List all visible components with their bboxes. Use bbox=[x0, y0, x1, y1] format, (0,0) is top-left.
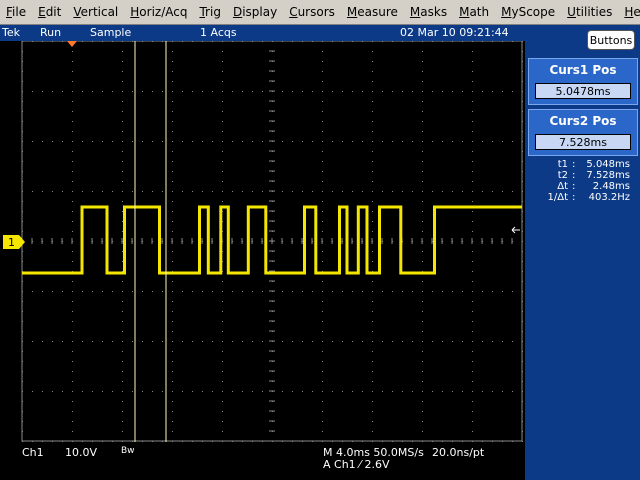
menu-bar: File Edit Vertical Horiz/Acq Trig Display Curs… bbox=[0, 0, 640, 25]
readout-row: t1:5.048ms bbox=[528, 159, 634, 170]
brand-label: Tek bbox=[2, 26, 20, 39]
buttons-button[interactable]: Buttons bbox=[587, 30, 635, 50]
menu-item[interactable]: Display bbox=[227, 0, 283, 25]
ch1-marker-label: 1 bbox=[8, 236, 15, 249]
status-bar: Tek Run Sample 1 Acqs 02 Mar 10 09:21:44 bbox=[0, 25, 525, 41]
menu-item[interactable]: Vertical bbox=[67, 0, 124, 25]
menu-item[interactable]: Horiz/Acq bbox=[124, 0, 193, 25]
menu-item[interactable]: Measure bbox=[341, 0, 404, 25]
bandwidth-indicator: Bw bbox=[121, 446, 135, 456]
waveform-display[interactable] bbox=[0, 41, 525, 442]
run-status[interactable]: Run bbox=[40, 26, 61, 39]
readout-value: 2.48ms bbox=[592, 181, 630, 192]
cursor1-position-control[interactable]: Curs1 Pos 5.0478ms bbox=[528, 58, 638, 105]
readout-label: Δt bbox=[557, 181, 568, 192]
cursor2-title: Curs2 Pos bbox=[549, 114, 617, 128]
menu-item[interactable]: Help bbox=[618, 0, 640, 25]
cursor2-value-field[interactable]: 7.528ms bbox=[535, 134, 631, 150]
ch1-ground-marker[interactable]: 1 bbox=[3, 235, 25, 249]
channel-label[interactable]: Ch1 bbox=[22, 446, 44, 459]
menu-item[interactable]: File bbox=[0, 0, 32, 25]
trigger-readout[interactable]: A Ch1 ⁄ 2.6V bbox=[323, 458, 390, 471]
menu-item[interactable]: Trig bbox=[193, 0, 226, 25]
resolution-readout: 20.0ns/pt bbox=[432, 446, 485, 459]
readout-label: t2 bbox=[557, 170, 568, 181]
readout-label: 1/Δt bbox=[547, 192, 569, 203]
menu-item[interactable]: Utilities bbox=[561, 0, 618, 25]
menu-item[interactable]: MyScope bbox=[495, 0, 561, 25]
menu-item[interactable]: Edit bbox=[32, 0, 67, 25]
vertical-scale[interactable]: 10.0V bbox=[65, 446, 97, 459]
readout-value: 7.528ms bbox=[586, 170, 630, 181]
readout-label: t1 bbox=[557, 159, 568, 170]
acquisition-mode[interactable]: Sample bbox=[90, 26, 131, 39]
readout-value: 5.048ms bbox=[586, 159, 630, 170]
acquisition-count: 1 Acqs bbox=[200, 26, 237, 39]
readout-row: Δt:2.48ms bbox=[528, 181, 634, 192]
cursor1-value-field[interactable]: 5.0478ms bbox=[535, 83, 631, 99]
menu-item[interactable]: Cursors bbox=[283, 0, 341, 25]
menu-item[interactable]: Masks bbox=[404, 0, 453, 25]
cursor-readout: t1:5.048ms t2:7.528ms Δt:2.48ms 1/Δt:403… bbox=[528, 159, 634, 203]
cursor1-title: Curs1 Pos bbox=[549, 63, 617, 77]
date-time: 02 Mar 10 09:21:44 bbox=[400, 26, 509, 39]
readout-value: 403.2Hz bbox=[588, 192, 630, 203]
cursor2-position-control[interactable]: Curs2 Pos 7.528ms bbox=[528, 109, 638, 156]
readout-row: t2:7.528ms bbox=[528, 170, 634, 181]
menu-item[interactable]: Math bbox=[453, 0, 495, 25]
bottom-info-bar: Ch1 10.0V Bw M 4.0ms 50.0MS/s 20.0ns/pt … bbox=[0, 442, 525, 480]
readout-row: 1/Δt:403.2Hz bbox=[528, 192, 634, 203]
